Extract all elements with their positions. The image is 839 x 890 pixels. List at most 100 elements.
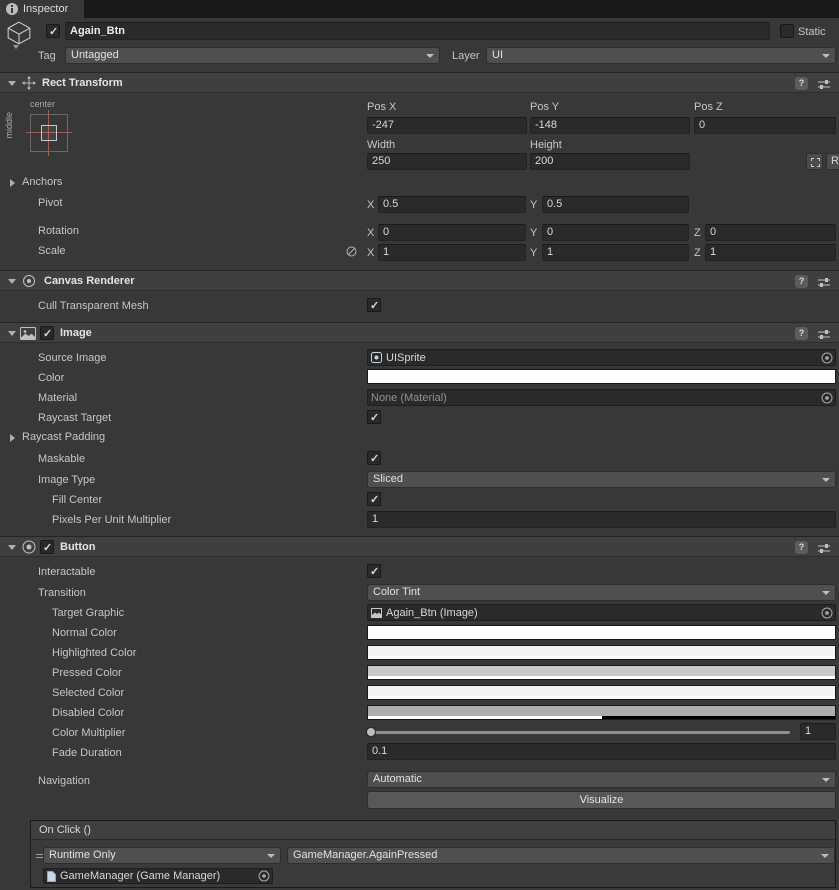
help-icon[interactable]: ? xyxy=(795,275,808,288)
anchor-inner-rect xyxy=(41,125,57,141)
object-picker-icon[interactable] xyxy=(821,392,833,404)
rotation-z-field[interactable]: 0 xyxy=(705,224,836,241)
help-icon[interactable]: ? xyxy=(795,77,808,90)
sprite-icon xyxy=(371,352,382,363)
highlighted-color-swatch[interactable] xyxy=(367,645,836,660)
anchor-horizontal-label: center xyxy=(30,99,56,109)
blueprint-icon xyxy=(811,158,820,167)
color-multiplier-slider-track[interactable] xyxy=(370,731,790,734)
scale-z-axis-label: Z xyxy=(694,247,701,259)
presets-icon[interactable] xyxy=(818,78,830,90)
scale-z-field[interactable]: 1 xyxy=(705,244,836,261)
help-icon[interactable]: ? xyxy=(795,327,808,340)
width-field[interactable]: 250 xyxy=(367,153,527,170)
disabled-color-label: Disabled Color xyxy=(52,707,125,719)
visualize-button[interactable]: Visualize xyxy=(367,791,836,809)
raw-edit-button[interactable]: R xyxy=(826,153,839,170)
static-checkbox[interactable] xyxy=(780,24,794,38)
gameobject-name-input[interactable]: Again_Btn xyxy=(65,22,770,40)
image-header[interactable]: Image ? xyxy=(0,322,839,343)
presets-icon[interactable] xyxy=(818,276,830,288)
unlink-scale-icon[interactable] xyxy=(346,246,357,257)
cull-transparent-mesh-checkbox[interactable] xyxy=(367,298,381,312)
normal-color-swatch[interactable] xyxy=(367,625,836,640)
interactable-label: Interactable xyxy=(38,566,96,578)
help-icon[interactable]: ? xyxy=(795,541,808,554)
gameobject-active-checkbox[interactable] xyxy=(46,24,60,38)
navigation-dropdown[interactable]: Automatic xyxy=(367,771,836,788)
button-foldout[interactable] xyxy=(8,545,16,550)
scale-x-field[interactable]: 1 xyxy=(378,244,526,261)
image-color-swatch[interactable] xyxy=(367,369,836,384)
image-enabled-checkbox[interactable] xyxy=(40,326,54,340)
scale-x-axis-label: X xyxy=(367,247,375,259)
transition-dropdown[interactable]: Color Tint xyxy=(367,584,836,601)
presets-icon[interactable] xyxy=(818,542,830,554)
highlighted-color-label: Highlighted Color xyxy=(52,647,137,659)
rect-transform-foldout[interactable] xyxy=(8,81,16,86)
canvas-renderer-foldout[interactable] xyxy=(8,279,16,284)
material-label: Material xyxy=(38,392,78,404)
disabled-color-swatch[interactable] xyxy=(367,705,836,720)
presets-icon[interactable] xyxy=(818,328,830,340)
object-picker-icon[interactable] xyxy=(258,870,270,882)
pos-y-field[interactable]: -148 xyxy=(530,117,690,134)
gameobject-icon[interactable] xyxy=(6,21,32,45)
anchors-foldout[interactable] xyxy=(10,179,15,187)
target-graphic-field[interactable]: Again_Btn (Image) xyxy=(367,604,836,621)
target-graphic-value: Again_Btn (Image) xyxy=(386,606,478,619)
raycast-padding-foldout[interactable] xyxy=(10,434,15,442)
color-multiplier-slider-knob[interactable] xyxy=(366,727,376,737)
pixels-per-unit-multiplier-field[interactable]: 1 xyxy=(367,511,836,528)
layer-dropdown[interactable]: UI xyxy=(486,47,836,64)
color-multiplier-label: Color Multiplier xyxy=(52,727,126,739)
pivot-label: Pivot xyxy=(38,197,63,209)
pos-x-field[interactable]: -247 xyxy=(367,117,527,134)
selected-color-swatch[interactable] xyxy=(367,685,836,700)
disabled-color-alpha-white xyxy=(368,716,602,719)
pivot-x-axis-label: X xyxy=(367,199,375,211)
raycast-target-checkbox[interactable] xyxy=(367,410,381,424)
pivot-y-field[interactable]: 0.5 xyxy=(542,196,689,213)
pos-y-label: Pos Y xyxy=(530,101,560,113)
rect-transform-header[interactable]: Rect Transform ? xyxy=(0,72,839,93)
maskable-checkbox[interactable] xyxy=(367,451,381,465)
event-function-dropdown[interactable]: GameManager.AgainPressed xyxy=(287,847,835,864)
script-icon xyxy=(47,870,56,882)
object-picker-icon[interactable] xyxy=(821,352,833,364)
scale-y-field[interactable]: 1 xyxy=(542,244,689,261)
color-multiplier-field[interactable]: 1 xyxy=(800,723,836,740)
source-image-field[interactable]: UISprite xyxy=(367,349,836,366)
height-field[interactable]: 200 xyxy=(530,153,690,170)
rotation-y-field[interactable]: 0 xyxy=(542,224,689,241)
rotation-label: Rotation xyxy=(38,225,79,237)
anchors-label: Anchors xyxy=(22,176,63,188)
gameobject-icon-caret[interactable] xyxy=(13,45,19,49)
pivot-x-field[interactable]: 0.5 xyxy=(378,196,526,213)
rotation-z-axis-label: Z xyxy=(694,227,701,239)
image-type-dropdown[interactable]: Sliced xyxy=(367,471,836,488)
pos-z-field[interactable]: 0 xyxy=(694,117,836,134)
event-target-object-field[interactable]: GameManager (Game Manager) xyxy=(43,868,273,884)
raycast-padding-label: Raycast Padding xyxy=(22,431,106,443)
height-label: Height xyxy=(530,139,562,151)
tag-dropdown[interactable]: Untagged xyxy=(65,47,440,64)
tab-label: Inspector xyxy=(23,3,69,15)
tab-inspector[interactable]: Inspector xyxy=(0,0,85,18)
event-mode-dropdown[interactable]: Runtime Only xyxy=(43,847,281,864)
anchor-preset-button[interactable] xyxy=(26,110,72,156)
canvas-renderer-header[interactable]: Canvas Renderer ? xyxy=(0,270,839,291)
image-foldout[interactable] xyxy=(8,331,16,336)
canvas-renderer-title: Canvas Renderer xyxy=(44,275,135,287)
image-component-icon xyxy=(20,327,36,340)
button-enabled-checkbox[interactable] xyxy=(40,540,54,554)
pressed-color-swatch[interactable] xyxy=(367,665,836,680)
blueprint-mode-button[interactable] xyxy=(806,153,823,170)
button-header[interactable]: Button ? xyxy=(0,536,839,557)
rotation-x-field[interactable]: 0 xyxy=(378,224,526,241)
interactable-checkbox[interactable] xyxy=(367,564,381,578)
fade-duration-field[interactable]: 0.1 xyxy=(367,743,836,760)
fill-center-checkbox[interactable] xyxy=(367,492,381,506)
object-picker-icon[interactable] xyxy=(821,607,833,619)
material-field[interactable]: None (Material) xyxy=(367,389,836,406)
